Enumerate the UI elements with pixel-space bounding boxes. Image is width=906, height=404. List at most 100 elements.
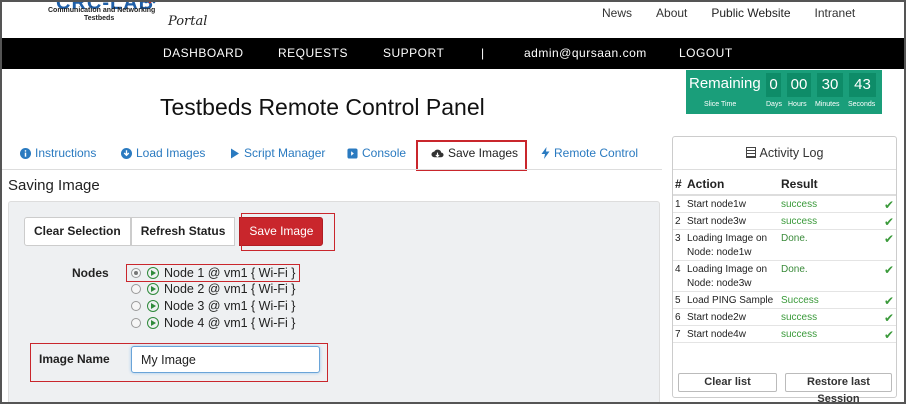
nav-logout[interactable]: LOGOUT (679, 46, 733, 60)
tab-save-images[interactable]: Save Images (431, 146, 518, 160)
row-number: 4 (673, 260, 687, 292)
nav-separator: | (481, 46, 485, 60)
check-icon: ✔ (881, 260, 896, 292)
tab-script-manager[interactable]: Script Manager (230, 146, 325, 160)
link-news[interactable]: News (602, 6, 632, 20)
table-row: 4 Loading Image on Node: node3w Done. ✔ (673, 260, 896, 292)
timer-hours: 00 (787, 73, 811, 97)
logo-portal: Portal (168, 14, 208, 29)
tab-bar: Instructions Load Images Script Manager … (2, 140, 662, 170)
play-icon (231, 148, 239, 158)
link-intranet[interactable]: Intranet (815, 6, 856, 20)
tab-label: Remote Control (554, 146, 639, 160)
tab-label: Script Manager (244, 146, 326, 160)
refresh-status-button[interactable]: Refresh Status (130, 217, 236, 246)
node-option-4[interactable]: Node 4 @ vm1 { Wi-Fi } (131, 316, 295, 330)
link-public-website[interactable]: Public Website (711, 6, 790, 20)
remaining-timer: Remaining 0 00 30 43 Slice Time Days Hou… (686, 70, 882, 114)
timer-label: Remaining (689, 75, 761, 92)
check-icon: ✔ (881, 212, 896, 230)
tab-console[interactable]: Console (347, 146, 406, 160)
row-action: Start node2w (687, 308, 781, 326)
table-row: 7 Start node4w success ✔ (673, 325, 896, 343)
play-status-icon (147, 267, 159, 279)
section-title: Saving Image (8, 177, 100, 194)
nav-support[interactable]: SUPPORT (383, 46, 444, 60)
table-row: 2 Start node3w success ✔ (673, 212, 896, 230)
radio-button[interactable] (131, 284, 141, 294)
row-number: 1 (673, 195, 687, 213)
clear-list-button[interactable]: Clear list (678, 373, 777, 392)
nodes-label: Nodes (72, 266, 109, 280)
radio-button[interactable] (131, 268, 141, 278)
row-result: Done. (781, 260, 881, 292)
tab-load-images[interactable]: Load Images (121, 146, 205, 160)
node-label: Node 2 @ vm1 { Wi-Fi } (164, 282, 296, 296)
browser-frame: CRC-LAB Communication and Networking Tes… (0, 0, 906, 404)
check-icon: ✔ (881, 291, 896, 309)
timer-days: 0 (766, 73, 781, 97)
nav-user[interactable]: admin@qursaan.com (524, 46, 647, 60)
row-number: 6 (673, 308, 687, 326)
nav-requests[interactable]: REQUESTS (278, 46, 348, 60)
radio-button[interactable] (131, 301, 141, 311)
timer-seconds: 43 (849, 73, 876, 97)
table-row: 1 Start node1w success ✔ (673, 195, 896, 213)
node-option-2[interactable]: Node 2 @ vm1 { Wi-Fi } (131, 282, 295, 296)
tabs-divider (2, 169, 662, 170)
clear-selection-button[interactable]: Clear Selection (24, 217, 131, 246)
link-about[interactable]: About (656, 6, 687, 20)
row-number: 3 (673, 229, 687, 261)
play-status-icon (147, 283, 159, 295)
image-name-input[interactable] (131, 346, 320, 373)
node-option-3[interactable]: Node 3 @ vm1 { Wi-Fi } (131, 299, 295, 313)
check-icon: ✔ (881, 325, 896, 343)
main-navbar: DASHBOARD REQUESTS SUPPORT | admin@qursa… (2, 38, 904, 69)
tab-label: Console (362, 146, 407, 160)
row-action: Start node1w (687, 195, 781, 213)
check-icon: ✔ (881, 308, 896, 326)
row-number: 7 (673, 325, 687, 343)
node-label: Node 3 @ vm1 { Wi-Fi } (164, 299, 296, 313)
col-status (881, 173, 896, 196)
tab-remote-control[interactable]: Remote Control (541, 146, 638, 160)
download-icon (121, 147, 132, 159)
row-action: Start node4w (687, 325, 781, 343)
table-row: 6 Start node2w success ✔ (673, 308, 896, 326)
col-number: # (673, 173, 687, 196)
cloud-download-icon (431, 149, 444, 157)
activity-log-title: Activity Log (759, 146, 824, 160)
row-result: success (781, 212, 881, 230)
logo-dots-icon (144, 2, 156, 4)
timer-minutes: 30 (817, 73, 843, 97)
timer-caption-slice: Slice Time (704, 101, 737, 108)
row-result: Done. (781, 229, 881, 261)
info-icon (20, 147, 31, 159)
row-number: 5 (673, 291, 687, 309)
logo-subtitle: Communication and Networking (48, 7, 156, 14)
restore-session-button[interactable]: Restore last Session (785, 373, 892, 402)
col-action: Action (687, 173, 781, 196)
list-icon (745, 147, 756, 158)
play-status-icon (147, 317, 159, 329)
row-result: success (781, 195, 881, 213)
tab-instructions[interactable]: Instructions (20, 146, 96, 160)
radio-button[interactable] (131, 318, 141, 328)
activity-log-table: # Action Result 1 Start node1w success ✔… (673, 173, 896, 343)
row-action: Loading Image on Node: node1w (687, 229, 781, 261)
activity-log-panel: Activity Log # Action Result 1 Start nod… (672, 136, 897, 402)
node-label: Node 1 @ vm1 { Wi-Fi } (164, 266, 296, 280)
top-links: News About Public Website Intranet (602, 6, 879, 20)
row-action: Start node3w (687, 212, 781, 230)
row-action: Loading Image on Node: node3w (687, 260, 781, 292)
lightning-icon (541, 147, 550, 159)
nav-dashboard[interactable]: DASHBOARD (163, 46, 244, 60)
node-option-1[interactable]: Node 1 @ vm1 { Wi-Fi } (131, 266, 295, 280)
image-name-label: Image Name (39, 352, 110, 366)
page-title: Testbeds Remote Control Panel (160, 94, 485, 120)
check-icon: ✔ (881, 229, 896, 261)
row-number: 2 (673, 212, 687, 230)
row-action: Load PING Sample (687, 291, 781, 309)
timer-caption-minutes: Minutes (815, 101, 840, 108)
logo[interactable]: CRC-LAB Communication and Networking Tes… (48, 2, 218, 36)
